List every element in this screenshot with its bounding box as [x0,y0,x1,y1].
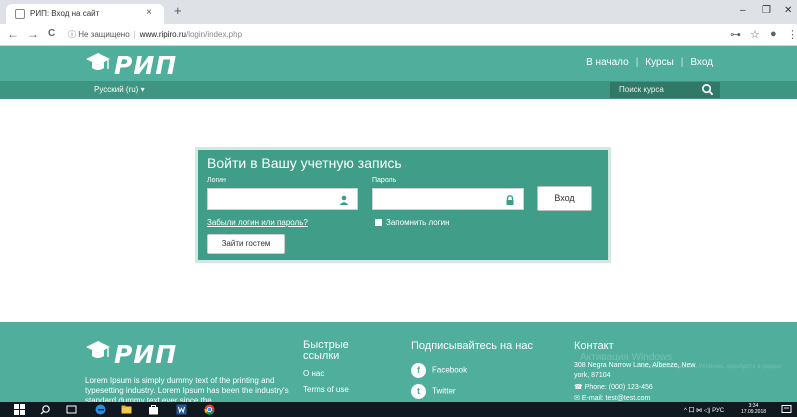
contact-title: Контакт [574,340,614,352]
quick-links-title: Быстрые ссылки [303,340,349,362]
reload-button[interactable]: C [48,27,55,41]
word-icon[interactable] [176,404,187,415]
maximize-button[interactable]: ❐ [762,5,771,16]
search-icon[interactable] [40,404,51,415]
back-button[interactable]: ← [7,27,19,41]
contact-phone: ☎ Phone: (000) 123-456 [574,383,653,391]
bookmark-star-icon[interactable]: ☆ [750,28,760,41]
twitter-link[interactable]: t Twitter [411,384,456,399]
terms-link[interactable]: Terms of use [303,385,349,394]
forgot-credentials-link[interactable]: Забыли логин или пароль? [207,218,308,227]
browser-tab[interactable]: РИП: Вход на сайт × [6,4,164,24]
search-placeholder: Поиск курса [619,85,664,94]
username-label: Логин [207,177,226,184]
password-field[interactable] [372,188,524,210]
search-icon[interactable] [701,83,714,96]
subscribe-title: Подписывайтесь на нас [411,340,533,352]
footer-description: Lorem Ipsum is simply dummy text of the … [85,376,289,402]
windows-start-icon[interactable] [14,404,25,415]
login-button[interactable]: Вход [537,186,592,211]
phone-text: Phone: (000) 123-456 [584,384,653,391]
facebook-label: Facebook [432,365,468,375]
twitter-icon: t [411,384,426,399]
username-field[interactable] [207,188,358,210]
security-indicator[interactable]: ⓘ Не защищено [68,30,130,39]
nav-home-link[interactable]: В начало [586,57,629,68]
forward-button[interactable]: → [27,27,39,41]
user-icon [339,195,349,205]
tab-close-icon[interactable]: × [146,7,152,18]
lock-icon [506,195,514,205]
graduation-cap-icon [86,341,110,358]
browser-tab-bar: РИП: Вход на сайт × + – ❐ ✕ [0,0,797,24]
contact-address-line-2: york, 87104 [574,372,611,379]
url-field[interactable]: ⓘ Не защищено | www.ripiro.ru/login/index.… [68,27,718,43]
address-bar: ← → C ⓘ Не защищено | www.ripiro.ru/login/… [0,24,797,46]
url-path: /login/index.php [185,30,243,39]
minimize-button[interactable]: – [740,5,746,16]
login-panel: Войти в Вашу учетную запись Логин Пароль… [195,147,611,263]
facebook-link[interactable]: f Facebook [411,363,467,378]
notifications-icon[interactable] [781,404,792,415]
quick-links-title-line-2: ссылки [303,350,340,362]
facebook-icon: f [411,363,426,378]
browser-menu-icon[interactable]: ⋮ [787,28,797,41]
contact-email: ✉ E-mail: test@test.com [574,394,650,402]
phone-icon: ☎ [574,384,585,391]
file-explorer-icon[interactable] [121,404,132,415]
new-tab-button[interactable]: + [174,4,182,17]
account-icon[interactable]: ● [770,28,777,40]
header-subbar: Русский (ru) ▾ Поиск курса [0,81,797,99]
remember-login-checkbox[interactable]: Запомнить логин [375,218,450,227]
nav-courses-link[interactable]: Курсы [645,57,673,68]
logo-text: РИП [114,51,178,80]
taskbar-clock[interactable]: 3:34 17.09.2018 [741,403,766,415]
nav-login-link[interactable]: Вход [690,57,713,68]
key-icon[interactable]: ⊶ [730,28,741,41]
windows-activation-hint: Чтобы активировать Windows, перейдите в … [640,364,782,370]
email-text: E-mail: test@test.com [581,395,651,402]
close-window-button[interactable]: ✕ [784,5,792,16]
tab-title: РИП: Вход на сайт [30,9,100,18]
chrome-icon[interactable] [204,404,215,415]
system-tray[interactable]: ^ 口 ⋈ ◁) РУС [684,405,724,414]
password-label: Пароль [372,177,397,184]
site-favicon-icon [15,9,25,19]
graduation-cap-icon [86,53,110,70]
task-view-icon[interactable] [66,404,77,415]
login-title: Войти в Вашу учетную запись [207,155,402,171]
twitter-label: Twitter [432,386,456,396]
site-header: РИП В начало | Курсы | Вход [0,46,797,81]
about-link[interactable]: О нас [303,369,324,378]
store-icon[interactable] [148,404,159,415]
remember-login-label: Запомнить логин [386,218,450,227]
top-navigation: В начало | Курсы | Вход [586,57,713,68]
edge-browser-icon[interactable] [95,404,106,415]
windows-taskbar: ^ 口 ⋈ ◁) РУС 3:34 17.09.2018 [0,402,797,417]
course-search-input[interactable]: Поиск курса [610,82,720,98]
language-selector[interactable]: Русский (ru) ▾ [94,85,145,94]
guest-login-button[interactable]: Зайти гостем [207,234,285,254]
site-footer: РИП Lorem Ipsum is simply dummy text of … [0,322,797,402]
url-host: www.ripiro.ru [139,30,186,39]
email-icon: ✉ [574,395,582,402]
checkbox-box[interactable] [375,219,382,226]
clock-date: 17.09.2018 [741,409,767,415]
footer-logo-text: РИП [114,340,178,369]
